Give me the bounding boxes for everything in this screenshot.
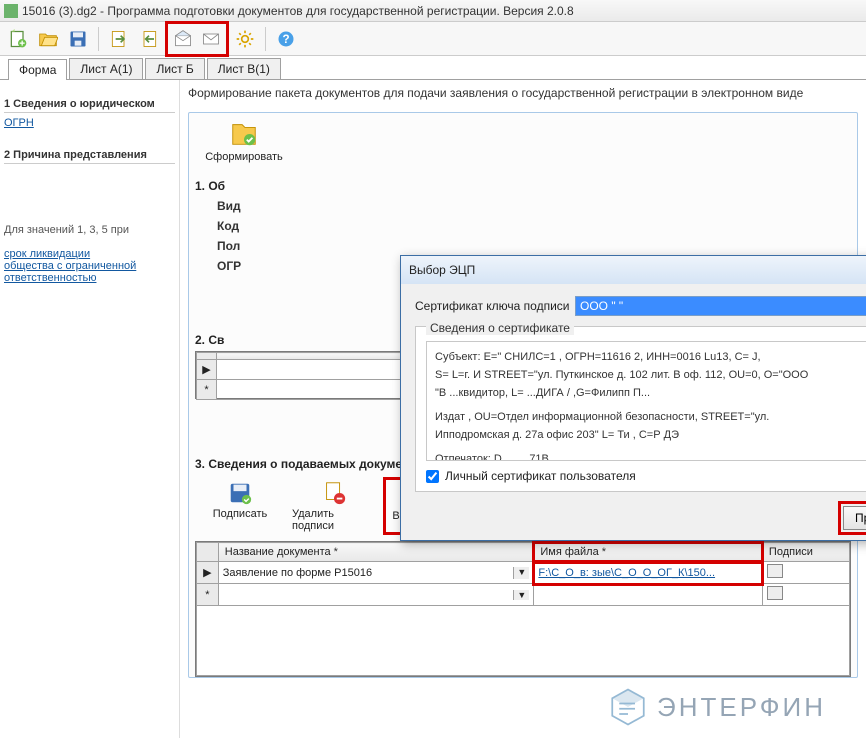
cert-group-title: Сведения о сертификате <box>426 321 574 335</box>
field-vid: Вид <box>217 199 241 213</box>
tab-listv[interactable]: Лист В(1) <box>207 58 281 79</box>
package-button[interactable] <box>169 25 197 53</box>
help-button[interactable]: ? <box>272 25 300 53</box>
right-panel: Формирование пакета документов для подач… <box>180 80 866 738</box>
left-section-1[interactable]: 1 Сведения о юридическом <box>4 98 175 113</box>
form-package-label: Сформировать <box>205 151 283 163</box>
left-panel: 1 Сведения о юридическом ОГРН 2 Причина … <box>0 80 180 738</box>
cert-details-group: Сведения о сертификате Субъект: E=" СНИЛ… <box>415 326 866 492</box>
delete-sign-label: Удалить подписи <box>292 508 376 532</box>
main-toolbar: ? <box>0 22 866 56</box>
form-package-button[interactable]: Сформировать <box>199 119 289 163</box>
file-name-cell[interactable]: F:\С_О_в: зые\С_О_О_ОГ_К\150... <box>534 562 763 584</box>
main-area: 1 Сведения о юридическом ОГРН 2 Причина … <box>0 80 866 738</box>
left-extra-2[interactable]: общества с ограниченной <box>4 260 175 272</box>
package-caption: Формирование пакета документов для подач… <box>180 80 866 106</box>
svg-text:?: ? <box>282 33 289 46</box>
import-button[interactable] <box>135 25 163 53</box>
toolbar-separator <box>265 27 266 51</box>
new-row-selector[interactable]: * <box>197 584 219 606</box>
export-button[interactable] <box>105 25 133 53</box>
cert-combo[interactable]: ООО " " ▼ <box>575 296 866 316</box>
cert-label: Сертификат ключа подписи <box>415 299 575 313</box>
documents-grid[interactable]: Название документа Имя файла Подписи ▶ З… <box>195 541 851 677</box>
sign-label: Подписать <box>213 508 267 520</box>
ogrn-link[interactable]: ОГРН <box>4 117 175 129</box>
package-toolbar: Сформировать <box>189 113 857 169</box>
watermark: ЭНТЕРФИН <box>607 686 826 728</box>
watermark-logo-icon <box>607 686 649 728</box>
document-tabs: Форма Лист А(1) Лист Б Лист В(1) <box>0 56 866 80</box>
row-selector[interactable]: ▶ <box>197 562 219 584</box>
apply-button[interactable]: Применить <box>843 506 866 530</box>
mail-button[interactable] <box>197 25 225 53</box>
dropdown-icon[interactable]: ▼ <box>513 590 529 600</box>
cert-combo-value: ООО " " <box>580 299 623 313</box>
sign-cell[interactable] <box>762 562 849 584</box>
cert-details-text[interactable]: Субъект: E=" СНИЛС=1 , ОГРН=11616 2, ИНН… <box>426 341 866 461</box>
left-extra-3[interactable]: ответственностью <box>4 272 175 284</box>
watermark-text: ЭНТЕРФИН <box>657 692 826 723</box>
field-kod: Код <box>217 219 239 233</box>
sign-button[interactable]: Подписать <box>195 477 285 535</box>
personal-cert-label: Личный сертификат пользователя <box>445 469 636 483</box>
ellipsis-button[interactable] <box>767 564 783 578</box>
tab-lista[interactable]: Лист А(1) <box>69 58 143 79</box>
col-file: Имя файла <box>540 546 606 558</box>
window-title: 15016 (3).dg2 - Программа подготовки док… <box>22 4 574 18</box>
app-icon <box>4 4 18 18</box>
tab-forma[interactable]: Форма <box>8 59 67 80</box>
left-extra-1[interactable]: срок ликвидации <box>4 248 175 260</box>
col-sign: Подписи <box>769 546 813 558</box>
section-1-title: 1. Об <box>195 179 857 193</box>
tab-listb[interactable]: Лист Б <box>145 58 204 79</box>
doc-name-cell[interactable]: Заявление по форме Р15016▼ <box>218 562 534 584</box>
toolbar-separator <box>98 27 99 51</box>
open-button[interactable] <box>34 25 62 53</box>
left-note: Для значений 1, 3, 5 при <box>4 224 175 236</box>
ellipsis-button[interactable] <box>767 586 783 600</box>
settings-button[interactable] <box>231 25 259 53</box>
personal-cert-checkbox[interactable] <box>426 470 439 483</box>
ecp-dialog: Выбор ЭЦП Сертификат ключа подписи ООО "… <box>400 255 866 541</box>
dialog-title[interactable]: Выбор ЭЦП <box>401 256 866 284</box>
field-ogr: ОГР <box>217 259 241 273</box>
left-section-2[interactable]: 2 Причина представления <box>4 149 175 164</box>
field-pol: Пол <box>217 239 240 253</box>
highlighted-toolbar-group <box>165 21 229 57</box>
titlebar: 15016 (3).dg2 - Программа подготовки док… <box>0 0 866 22</box>
col-name: Название документа <box>225 546 338 558</box>
dropdown-icon[interactable]: ▼ <box>513 567 529 579</box>
new-button[interactable] <box>4 25 32 53</box>
delete-sign-button[interactable]: Удалить подписи <box>289 477 379 535</box>
save-button[interactable] <box>64 25 92 53</box>
